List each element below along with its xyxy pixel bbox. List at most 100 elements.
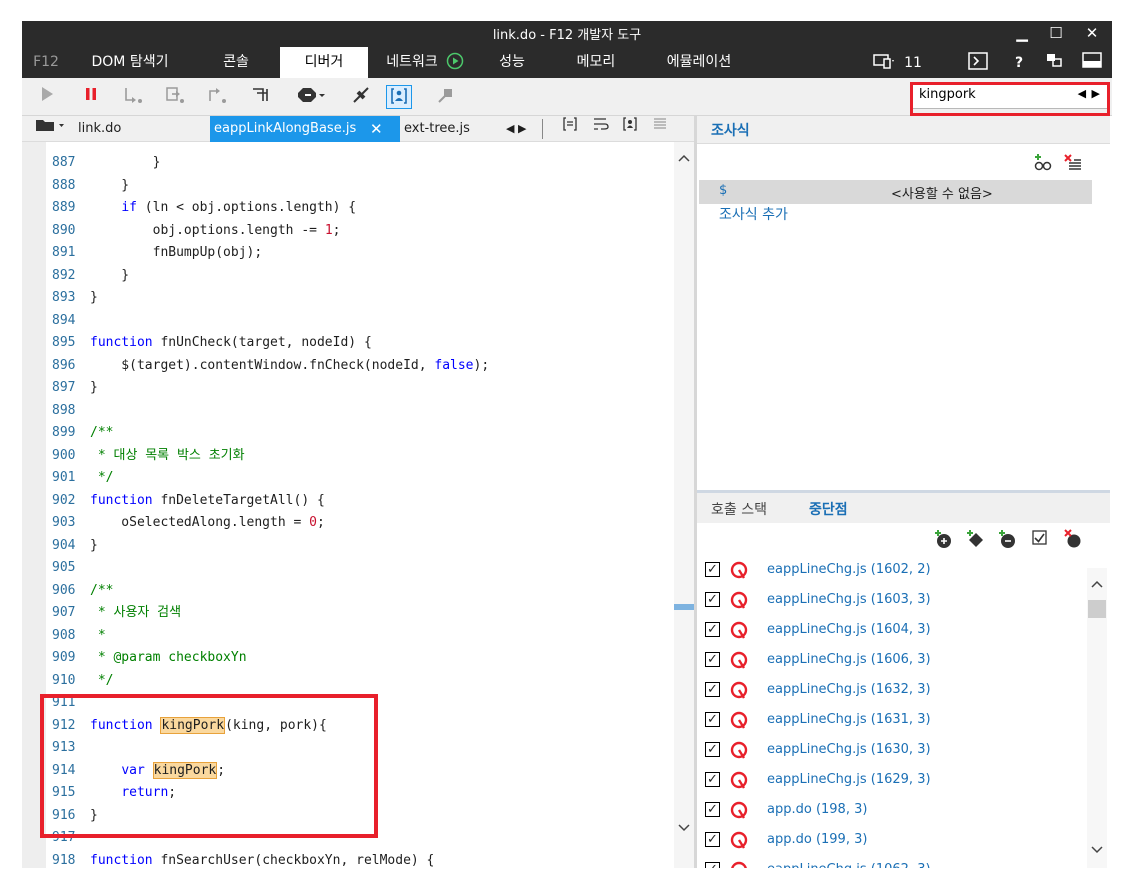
scroll-down-icon[interactable] <box>678 822 690 836</box>
code-line[interactable]: 894 <box>52 310 90 332</box>
emulation-doc-mode[interactable]: 11 <box>900 52 926 74</box>
breakpoint-item[interactable]: ✓ eappLineChg.js (1602, 2) <box>705 556 1077 586</box>
tab-console[interactable]: 콘솔 <box>206 47 266 78</box>
breakpoint-label[interactable]: eappLineChg.js (1630, 3) <box>767 742 931 757</box>
add-watch-icon[interactable] <box>1033 152 1053 176</box>
code-line[interactable]: 890 obj.options.length -= 1; <box>52 220 340 242</box>
code-line[interactable]: 896 $(target).contentWindow.fnCheck(node… <box>52 355 489 377</box>
breakpoint-label[interactable]: eappLineChg.js (1632, 3) <box>767 682 931 697</box>
breakpoint-item[interactable]: ✓ app.do (198, 3) <box>705 796 1077 826</box>
tab-breakpoints[interactable]: 중단점 <box>809 499 848 519</box>
breakpoint-label[interactable]: eappLineChg.js (1631, 3) <box>767 712 931 727</box>
code-line[interactable]: 887 } <box>52 152 160 174</box>
code-line[interactable]: 889 if (ln < obj.options.length) { <box>52 197 356 219</box>
code-line[interactable]: 903 oSelectedAlong.length = 0; <box>52 512 325 534</box>
code-line[interactable]: 900 * 대상 목록 박스 초기화 <box>52 445 245 467</box>
console-toggle-icon[interactable] <box>966 52 990 74</box>
folder-icon[interactable] <box>30 116 70 142</box>
breakpoint-item[interactable]: ✓ eappLineChg.js (1632, 3) <box>705 676 1077 706</box>
breakpoint-checkbox[interactable]: ✓ <box>705 592 720 607</box>
breakpoint-label[interactable]: eappLineChg.js (1629, 3) <box>767 772 931 787</box>
tab-debugger[interactable]: 디버거 <box>280 47 368 78</box>
close-window-button[interactable]: ✕ <box>1080 24 1104 44</box>
close-tab-icon[interactable]: ✕ <box>370 116 383 142</box>
word-wrap-icon[interactable] <box>588 116 612 142</box>
tab-memory[interactable]: 메모리 <box>566 47 626 78</box>
add-xhr-breakpoint-icon[interactable] <box>997 528 1019 554</box>
code-line[interactable]: 898 <box>52 400 90 422</box>
tab-dom-explorer[interactable]: DOM 탐색기 <box>80 47 180 78</box>
breakpoint-label[interactable]: eappLineChg.js (1603, 3) <box>767 592 931 607</box>
emulation-device-icon[interactable] <box>870 52 898 74</box>
break-icon[interactable] <box>78 85 104 109</box>
code-line[interactable]: 891 fnBumpUp(obj); <box>52 242 262 264</box>
code-line[interactable]: 899 /** <box>52 422 113 444</box>
tab-network[interactable]: 네트워크 <box>380 47 444 78</box>
breakpoint-label[interactable]: eappLineChg.js (1606, 3) <box>767 652 931 667</box>
breakpoint-checkbox[interactable]: ✓ <box>705 772 720 787</box>
enable-all-breakpoints-icon[interactable] <box>1031 529 1049 551</box>
step-into-icon[interactable] <box>120 85 146 109</box>
breakpoint-item[interactable]: ✓ app.do (199, 3) <box>705 826 1077 856</box>
code-line[interactable]: 906 /** <box>52 580 113 602</box>
code-line[interactable]: 909 * @param checkboxYn <box>52 647 247 669</box>
code-line[interactable]: 895 function fnUnCheck(target, nodeId) { <box>52 332 372 354</box>
dock-bottom-icon[interactable] <box>1080 52 1104 74</box>
tab-call-stack[interactable]: 호출 스택 <box>711 499 767 519</box>
breakpoints-scrollbar[interactable] <box>1087 568 1107 868</box>
breakpoint-checkbox[interactable]: ✓ <box>705 832 720 847</box>
breakpoint-label[interactable]: eappLineChg.js (1062, 3) <box>767 862 931 868</box>
undock-icon[interactable] <box>1042 52 1066 74</box>
tab-file-ext-tree[interactable]: ext-tree.js <box>400 116 500 142</box>
tab-emulation[interactable]: 에뮬레이션 <box>656 47 742 78</box>
delete-all-breakpoints-icon[interactable] <box>1063 528 1083 554</box>
code-line[interactable]: 904} <box>52 535 98 557</box>
step-out-icon[interactable] <box>204 85 230 109</box>
tab-performance[interactable]: 성능 <box>490 47 534 78</box>
watch-title[interactable]: 조사식 <box>711 120 750 140</box>
breakpoint-checkbox[interactable]: ✓ <box>705 652 720 667</box>
code-line[interactable]: 893} <box>52 287 98 309</box>
code-line[interactable]: 918 function fnSearchUser(checkboxYn, rel… <box>52 850 434 869</box>
breakpoint-checkbox[interactable]: ✓ <box>705 862 720 868</box>
bp-scroll-up-icon[interactable] <box>1091 578 1103 593</box>
just-my-code-file-icon[interactable] <box>618 116 642 142</box>
breakpoint-checkbox[interactable]: ✓ <box>705 682 720 697</box>
tab-file-link-do[interactable]: link.do <box>74 116 210 142</box>
code-line[interactable]: 910 */ <box>52 670 113 692</box>
breakpoint-item[interactable]: ✓ eappLineChg.js (1606, 3) <box>705 646 1077 676</box>
code-line[interactable]: 888 } <box>52 175 129 197</box>
code-line[interactable]: 905 <box>52 557 90 579</box>
bp-scroll-down-icon[interactable] <box>1091 844 1103 859</box>
breakpoint-label[interactable]: app.do (198, 3) <box>767 802 867 817</box>
disconnect-icon[interactable] <box>348 85 374 109</box>
code-line[interactable]: 897} <box>52 377 98 399</box>
watch-item[interactable]: $ <사용할 수 없음> <box>699 180 1092 204</box>
tab-file-eapplinkalongbase[interactable]: eappLinkAlongBase.js ✕ <box>210 116 400 142</box>
code-line[interactable]: 892 } <box>52 265 129 287</box>
breakpoint-item[interactable]: ✓ eappLineChg.js (1630, 3) <box>705 736 1077 766</box>
breakpoint-item[interactable]: ✓ eappLineChg.js (1629, 3) <box>705 766 1077 796</box>
format-code-icon[interactable] <box>558 116 582 142</box>
breakpoint-item[interactable]: ✓ eappLineChg.js (1604, 3) <box>705 616 1077 646</box>
breakpoint-label[interactable]: app.do (199, 3) <box>767 832 867 847</box>
break-on-new-worker-icon[interactable] <box>248 85 274 109</box>
file-tabs-nav-arrows[interactable]: ◀ ▶ <box>502 116 540 142</box>
breakpoint-checkbox[interactable]: ✓ <box>705 802 720 817</box>
code-line[interactable]: 907 * 사용자 검색 <box>52 602 181 624</box>
code-line[interactable]: 901 */ <box>52 467 113 489</box>
maximize-button[interactable]: ☐ <box>1044 24 1068 44</box>
breakpoint-label[interactable]: eappLineChg.js (1602, 2) <box>767 562 931 577</box>
add-event-breakpoint-icon[interactable] <box>965 528 987 554</box>
help-button[interactable]: ? <box>1008 52 1030 74</box>
bp-scroll-thumb[interactable] <box>1088 600 1106 618</box>
breakpoint-checkbox[interactable]: ✓ <box>705 712 720 727</box>
delete-all-watches-icon[interactable] <box>1063 152 1083 176</box>
scroll-up-icon[interactable] <box>678 152 690 166</box>
breakpoint-item[interactable]: ✓ eappLineChg.js (1631, 3) <box>705 706 1077 736</box>
breakpoint-item[interactable]: ✓ eappLineChg.js (1062, 3) <box>705 856 1077 868</box>
continue-icon[interactable] <box>34 85 60 109</box>
pretty-print-icon[interactable] <box>432 85 458 109</box>
source-map-icon[interactable] <box>648 116 672 142</box>
step-over-icon[interactable] <box>162 85 188 109</box>
